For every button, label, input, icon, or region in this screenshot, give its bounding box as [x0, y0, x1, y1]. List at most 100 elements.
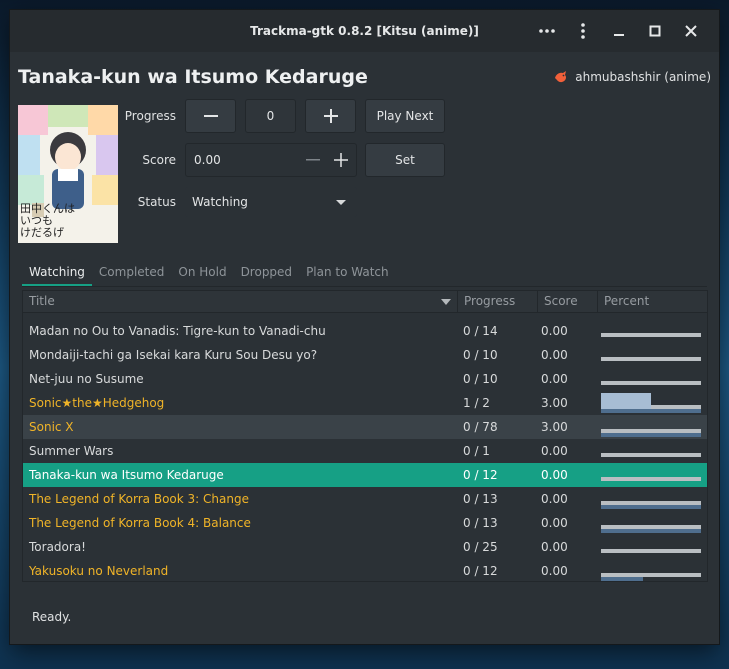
app-window: Trackma-gtk 0.8.2 [Kitsu (anime)] Tanaka… — [10, 10, 719, 644]
row-percent-bar — [601, 559, 703, 581]
sort-descending-icon — [441, 299, 451, 305]
progress-label: Progress — [124, 109, 176, 123]
table-row[interactable]: Summer Wars 0 / 1 0.00 — [23, 439, 707, 463]
tab-completed[interactable]: Completed — [92, 264, 171, 286]
row-title: Tanaka-kun wa Itsumo Kedaruge — [29, 468, 224, 482]
row-title: The Legend of Korra Book 3: Change — [29, 492, 249, 506]
row-progress: 1 / 2 — [463, 396, 490, 410]
table-row[interactable]: Sonic X 0 / 78 3.00 — [23, 415, 707, 439]
tab-watching[interactable]: Watching — [22, 264, 92, 286]
table-row[interactable]: Net-juu no Susume 0 / 10 0.00 — [23, 367, 707, 391]
table-row[interactable]: The Legend of Korra Book 4: Balance 0 / 1… — [23, 511, 707, 535]
row-score: 3.00 — [541, 396, 568, 410]
row-percent-bar — [601, 391, 703, 415]
progress-bar-track — [601, 549, 701, 553]
aired-episodes-bar — [601, 433, 701, 437]
play-next-label: Play Next — [376, 109, 434, 123]
status-bar: Ready. — [32, 610, 72, 624]
score-value[interactable]: 0.00 — [194, 153, 221, 167]
show-title: Tanaka-kun wa Itsumo Kedaruge — [18, 66, 368, 88]
close-icon[interactable] — [675, 17, 707, 45]
table-row[interactable]: The Legend of Korra Book 3: Change 0 / 13… — [23, 487, 707, 511]
set-score-button[interactable]: Set — [365, 143, 445, 177]
row-score: 0.00 — [541, 564, 568, 578]
progress-decrement-button[interactable] — [185, 99, 236, 133]
account-name: ahmubashshir (anime) — [575, 70, 711, 84]
table-row[interactable]: Tanaka-kun wa Itsumo Kedaruge 0 / 12 0.00 — [23, 463, 707, 487]
list-tabs: Watching Completed On Hold Dropped Plan … — [22, 264, 396, 286]
title-bar[interactable]: Trackma-gtk 0.8.2 [Kitsu (anime)] — [10, 10, 719, 52]
column-percent-header[interactable]: Percent — [597, 291, 707, 313]
status-dropdown[interactable]: Watching — [185, 187, 357, 217]
row-score: 3.00 — [541, 420, 568, 434]
score-increment-icon[interactable] — [334, 153, 348, 167]
column-score-header[interactable]: Score — [537, 291, 597, 313]
row-title: Madan no Ou to Vanadis: Tigre-kun to Van… — [29, 324, 326, 338]
row-percent-bar — [601, 415, 703, 439]
chevron-down-icon — [336, 199, 346, 205]
aired-episodes-bar — [601, 529, 701, 533]
row-progress: 0 / 14 — [463, 324, 498, 338]
aired-episodes-bar — [601, 505, 701, 509]
tab-on-hold[interactable]: On Hold — [171, 264, 233, 286]
set-label: Set — [395, 153, 415, 167]
menu-kebab-icon[interactable] — [567, 17, 599, 45]
row-score: 0.00 — [541, 540, 568, 554]
row-progress: 0 / 10 — [463, 348, 498, 362]
score-label: Score — [142, 153, 176, 167]
column-title-header[interactable]: Title — [23, 291, 457, 313]
minimize-icon[interactable] — [603, 17, 635, 45]
score-decrement-icon[interactable] — [306, 159, 320, 161]
maximize-icon[interactable] — [639, 17, 671, 45]
row-score: 0.00 — [541, 444, 568, 458]
plus-icon — [323, 109, 338, 123]
table-row[interactable]: Sonic★the★Hedgehog 1 / 2 3.00 — [23, 391, 707, 415]
table-row[interactable]: Mondaiji-tachi ga Isekai kara Kuru Sou D… — [23, 343, 707, 367]
row-title: Mondaiji-tachi ga Isekai kara Kuru Sou D… — [29, 348, 318, 362]
show-table: Title Progress Score Percent Madan no Ou… — [22, 290, 708, 582]
show-header: Tanaka-kun wa Itsumo Kedaruge ahmubashsh… — [18, 66, 711, 90]
row-progress: 0 / 12 — [463, 564, 498, 578]
show-poster: 田中くんは いつも けだるげ — [18, 105, 118, 243]
row-title: Toradora! — [29, 540, 86, 554]
progress-increment-button[interactable] — [305, 99, 356, 133]
row-percent-bar — [601, 463, 703, 487]
tab-dropped[interactable]: Dropped — [234, 264, 300, 286]
row-progress: 0 / 1 — [463, 444, 490, 458]
play-next-button[interactable]: Play Next — [365, 99, 445, 133]
row-title: The Legend of Korra Book 4: Balance — [29, 516, 251, 530]
row-progress: 0 / 12 — [463, 468, 498, 482]
row-score: 0.00 — [541, 492, 568, 506]
table-row[interactable]: Madan no Ou to Vanadis: Tigre-kun to Van… — [23, 319, 707, 343]
aired-episodes-bar — [601, 409, 701, 413]
account-indicator: ahmubashshir (anime) — [553, 69, 711, 85]
tab-divider — [22, 286, 707, 287]
status-value: Watching — [192, 195, 248, 209]
row-title: Sonic X — [29, 420, 74, 434]
table-row[interactable]: Yakusoku no Neverland 0 / 12 0.00 — [23, 559, 707, 581]
progress-bar-track — [601, 453, 701, 457]
progress-bar-fill — [601, 393, 651, 409]
more-icon[interactable] — [531, 17, 563, 45]
row-score: 0.00 — [541, 468, 568, 482]
column-progress-header[interactable]: Progress — [457, 291, 537, 313]
row-title: Yakusoku no Neverland — [29, 564, 169, 578]
tab-plan-to-watch[interactable]: Plan to Watch — [299, 264, 396, 286]
row-percent-bar — [601, 487, 703, 511]
score-spinbox[interactable]: 0.00 — [185, 143, 357, 177]
progress-bar-track — [601, 357, 701, 361]
table-header: Title Progress Score Percent — [23, 291, 707, 313]
progress-bar-track — [601, 381, 701, 385]
progress-field[interactable]: 0 — [245, 99, 296, 133]
table-row[interactable]: Toradora! 0 / 25 0.00 — [23, 535, 707, 559]
progress-bar-track — [601, 477, 701, 481]
row-percent-bar — [601, 343, 703, 367]
row-title: Net-juu no Susume — [29, 372, 144, 386]
table-body: Madan no Ou to Vanadis: Tigre-kun to Van… — [23, 319, 707, 581]
progress-bar-track — [601, 333, 701, 337]
row-title: Sonic★the★Hedgehog — [29, 396, 165, 410]
aired-episodes-bar — [601, 577, 643, 581]
row-percent-bar — [601, 439, 703, 463]
row-progress: 0 / 13 — [463, 516, 498, 530]
row-score: 0.00 — [541, 516, 568, 530]
